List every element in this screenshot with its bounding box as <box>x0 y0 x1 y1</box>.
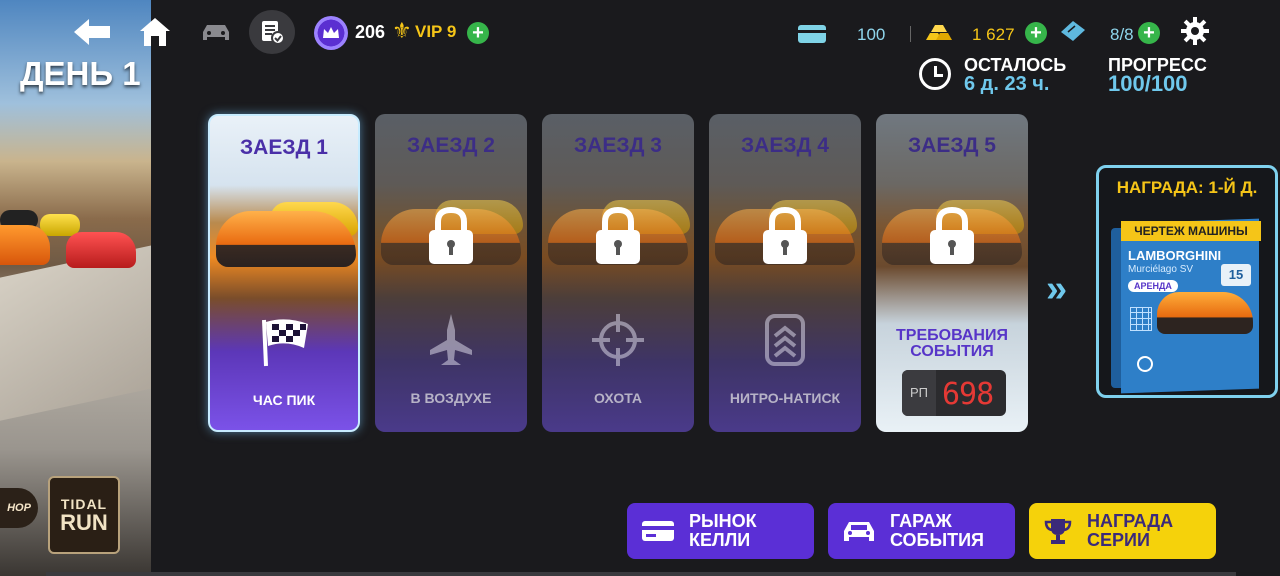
gold-bars-icon <box>922 22 954 42</box>
race-label: ЗАЕЗД <box>908 134 979 157</box>
back-button[interactable] <box>72 14 112 50</box>
double-chevron-right-icon: » <box>1046 268 1068 310</box>
race-card-header: ЗАЕЗД 3 <box>542 114 694 184</box>
car-model: Murciélago SV <box>1128 264 1194 275</box>
race-mode-label: ЧАС ПИК <box>252 392 316 408</box>
race-card-1[interactable]: ЗАЕЗД 1 ЧАС ПИК <box>208 114 360 432</box>
lock-icon <box>596 206 640 264</box>
rp-value: 698 <box>942 377 994 412</box>
nitro-chevrons-icon <box>755 310 815 370</box>
day-label: ДЕНЬ 1 <box>20 55 141 92</box>
blueprint-banner: ЧЕРТЕЖ МАШИНЫ <box>1121 221 1261 241</box>
car-icon <box>203 25 229 40</box>
crosshair-icon <box>588 310 648 370</box>
back-arrow-icon <box>74 19 110 45</box>
home-button[interactable] <box>136 14 174 50</box>
credit-card-icon <box>798 25 826 43</box>
race-card-header: ЗАЕЗД 4 <box>709 114 861 184</box>
race-label: ЗАЕЗД <box>741 134 812 157</box>
bottom-divider <box>46 572 1236 576</box>
car-make: LAMBORGHINI <box>1128 248 1222 263</box>
kelly-market-label: РЫНОК КЕЛЛИ <box>689 511 757 550</box>
time-remaining-value: 6 д. 23 ч. <box>964 73 1050 95</box>
race-number: 3 <box>650 134 662 157</box>
checkered-flag-icon <box>256 312 316 372</box>
lock-icon <box>763 206 807 264</box>
vip-level[interactable]: VIP 9 <box>415 22 456 42</box>
series-reward-label: НАГРАДА СЕРИИ <box>1087 511 1174 550</box>
lock-icon <box>930 206 974 264</box>
reward-title: НАГРАДА: 1-Й Д. <box>1116 178 1258 197</box>
card-icon <box>642 521 674 541</box>
fleur-de-lis-icon: ⚜ <box>392 18 412 43</box>
gold-plus-button[interactable]: + <box>1025 22 1047 44</box>
rp-label: РП <box>902 370 936 416</box>
clock-icon <box>919 58 951 90</box>
race-label: ЗАЕЗД <box>407 134 478 157</box>
blueprint-grid-icon <box>1130 307 1152 331</box>
timer-icon <box>1137 356 1153 372</box>
ticket-count: 8/8 <box>1110 25 1134 44</box>
ticket-icon <box>1059 20 1087 42</box>
event-garage-button[interactable]: ГАРАЖ СОБЫТИЯ <box>828 503 1015 559</box>
tidal-run-logo: TIDAL RUN <box>48 476 120 554</box>
ticket-plus-button[interactable]: + <box>1138 22 1160 44</box>
kelly-market-button[interactable]: РЫНОК КЕЛЛИ <box>627 503 814 559</box>
race-card-3[interactable]: ЗАЕЗД 3 ОХОТА <box>542 114 694 432</box>
race-mode-label: НИТРО-НАТИСК <box>729 390 841 406</box>
reward-car-image <box>1157 292 1253 334</box>
event-garage-label: ГАРАЖ СОБЫТИЯ <box>890 511 984 550</box>
crown-count: 206 <box>355 22 386 42</box>
trophy-icon <box>1044 519 1072 544</box>
progress-value: 100/100 <box>1108 71 1188 96</box>
race-card-5[interactable]: ЗАЕЗД 5 ТРЕБОВАНИЯ СОБЫТИЯ РП 698 <box>876 114 1028 432</box>
race-label: ЗАЕЗД <box>574 134 645 157</box>
home-icon <box>140 18 170 46</box>
race-card-header: ЗАЕЗД 2 <box>375 114 527 184</box>
lock-icon <box>429 206 473 264</box>
rp-requirement: РП 698 <box>902 370 1006 416</box>
gold-count: 1 627 <box>972 25 1015 44</box>
settings-gear-icon[interactable] <box>1180 16 1210 46</box>
rental-tag: АРЕНДА <box>1128 280 1178 292</box>
car-icon <box>844 522 874 541</box>
race-number: 1 <box>316 136 328 159</box>
race-card-header: ЗАЕЗД 1 <box>210 116 358 186</box>
event-requirements-title: ТРЕБОВАНИЯ СОБЫТИЯ <box>896 327 1008 360</box>
vip-plus-button[interactable]: + <box>467 22 489 44</box>
garage-button[interactable] <box>198 14 234 50</box>
checklist-icon <box>262 21 285 45</box>
race-number: 5 <box>984 134 996 157</box>
race-number: 2 <box>483 134 495 157</box>
divider <box>910 26 911 42</box>
series-reward-button[interactable]: НАГРАДА СЕРИИ <box>1029 503 1216 559</box>
race-mode-label: В ВОЗДУХЕ <box>410 390 492 406</box>
race-number: 4 <box>817 134 829 157</box>
race-card-header: ЗАЕЗД 5 <box>876 114 1028 184</box>
crown-icon[interactable] <box>314 16 348 50</box>
race-card-4[interactable]: ЗАЕЗД 4 НИТРО-НАТИСК <box>709 114 861 432</box>
race-label: ЗАЕЗД <box>240 136 311 159</box>
race-mode-label: ОХОТА <box>593 390 642 406</box>
race-card-2[interactable]: ЗАЕЗД 2 В ВОЗДУХЕ <box>375 114 527 432</box>
day-reward-panel[interactable]: НАГРАДА: 1-Й Д. ЧЕРТЕЖ МАШИНЫ LAMBORGHIN… <box>1096 165 1278 398</box>
blueprint-count: 15 <box>1221 264 1251 286</box>
card-currency-count: 100 <box>857 25 886 44</box>
tidal-logo-text-bottom: RUN <box>60 510 108 535</box>
jet-icon <box>421 310 481 370</box>
tasks-button[interactable] <box>249 10 295 54</box>
